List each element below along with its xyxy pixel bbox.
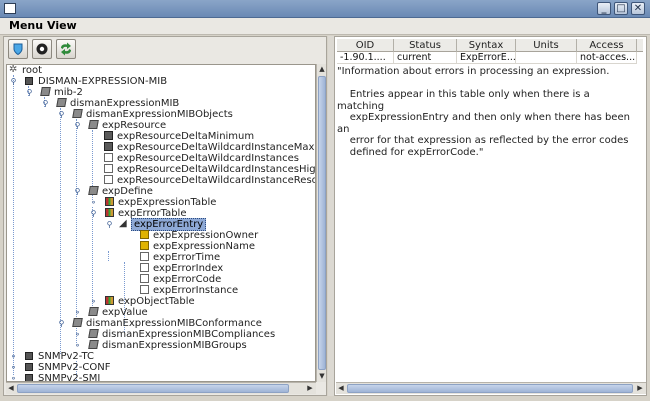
leaf-icon: [140, 274, 149, 283]
mib-tree[interactable]: ✲ root ⚲ DISMAN-EXPRESSION-MIB ⚲ mib-2 ⚲…: [6, 64, 316, 382]
folder-icon: [88, 329, 99, 338]
shield-icon: [13, 43, 23, 56]
scroll-left-icon[interactable]: ◀: [337, 384, 345, 392]
module-icon: [25, 77, 33, 85]
folder-icon: [88, 340, 99, 349]
menu-bar: Menu View: [0, 18, 650, 35]
tree-line: [108, 251, 109, 261]
scroll-right-icon[interactable]: ▶: [636, 384, 644, 392]
scroll-thumb[interactable]: [318, 76, 326, 370]
shield-button[interactable]: [8, 39, 28, 59]
maximize-button[interactable]: □: [614, 2, 628, 15]
entry-icon: ◢: [119, 218, 127, 229]
folder-icon: [88, 307, 99, 316]
column-header-syntax[interactable]: Syntax: [457, 39, 516, 52]
leaf-icon: [104, 153, 113, 162]
tree-horizontal-scrollbar[interactable]: ◀ ▶: [6, 382, 316, 394]
scroll-thumb[interactable]: [347, 384, 633, 393]
expand-toggle-icon[interactable]: ⚬: [10, 353, 17, 361]
refresh-icon: [61, 42, 71, 56]
collapse-toggle-icon[interactable]: ⚲: [74, 188, 81, 196]
column-header-units[interactable]: Units: [516, 39, 577, 52]
module-icon: [25, 363, 33, 371]
expand-toggle-icon[interactable]: ⚬: [10, 364, 17, 372]
leaf-icon: [104, 175, 113, 184]
folder-icon: [72, 318, 83, 327]
leaf-icon: [140, 285, 149, 294]
details-pane: OID Status Syntax Units Access -1.90.1..…: [334, 36, 647, 396]
expand-toggle-icon[interactable]: ⚬: [74, 331, 81, 339]
folder-icon: [72, 109, 83, 118]
collapse-toggle-icon[interactable]: ⚲: [74, 122, 81, 130]
collapse-toggle-icon[interactable]: ⚲: [58, 111, 65, 119]
cell-status: current: [394, 52, 457, 64]
expand-toggle-icon[interactable]: ⚬: [90, 199, 97, 207]
collapse-toggle-icon[interactable]: ⚲: [10, 78, 17, 86]
folder-icon: [88, 120, 99, 129]
minimize-button[interactable]: _: [597, 2, 611, 15]
details-horizontal-scrollbar[interactable]: ◀ ▶: [336, 382, 646, 394]
folder-icon: [56, 98, 67, 107]
leaf-icon: [140, 263, 149, 272]
collapse-toggle-icon[interactable]: ⚲: [106, 221, 113, 229]
column-header-oid[interactable]: OID: [337, 39, 394, 52]
description-text: "Information about errors in processing …: [337, 66, 630, 158]
collapse-toggle-icon[interactable]: ⚲: [42, 100, 49, 108]
close-button[interactable]: ✕: [631, 2, 645, 15]
leaf-icon: [104, 164, 113, 173]
scroll-left-icon[interactable]: ◀: [7, 384, 15, 392]
expand-toggle-icon[interactable]: ⚬: [74, 309, 81, 317]
expand-toggle-icon[interactable]: ⚬: [10, 375, 17, 382]
tree-line: [92, 207, 93, 310]
leaf-icon: [104, 142, 113, 151]
cell-oid: -1.90.1....: [337, 52, 394, 64]
scroll-right-icon[interactable]: ▶: [306, 384, 314, 392]
module-icon: [25, 352, 33, 360]
collapse-toggle-icon[interactable]: ⚲: [90, 210, 97, 218]
column-header-access[interactable]: Access: [577, 39, 637, 52]
menu-menu[interactable]: Menu: [9, 19, 43, 32]
table-icon: [105, 197, 114, 206]
tree-line: [60, 108, 61, 354]
menu-view[interactable]: View: [47, 19, 77, 32]
table-icon: [105, 296, 114, 305]
collapse-toggle-icon[interactable]: ⚲: [26, 89, 33, 97]
cell-units: [516, 52, 577, 64]
table-icon: [105, 208, 114, 217]
key-leaf-icon: [140, 230, 149, 239]
expand-toggle-icon[interactable]: ⚬: [90, 298, 97, 306]
table-row[interactable]: -1.90.1.... current ExpErrorE... not-acc…: [337, 52, 643, 64]
cell-syntax: ExpErrorE...: [457, 52, 516, 64]
scroll-thumb[interactable]: [17, 384, 289, 393]
title-bar: _ □ ✕: [0, 0, 650, 18]
settings-button[interactable]: [32, 39, 52, 59]
column-header-status[interactable]: Status: [394, 39, 457, 52]
window-icon: [4, 3, 16, 14]
cell-access: not-acces...: [577, 52, 637, 64]
leaf-icon: [140, 252, 149, 261]
scroll-down-icon[interactable]: ▼: [318, 372, 326, 380]
expand-toggle-icon[interactable]: ⚬: [74, 342, 81, 350]
details-table-header: OID Status Syntax Units Access: [337, 39, 643, 52]
refresh-button[interactable]: [56, 39, 76, 59]
tree-vertical-scrollbar[interactable]: ▲ ▼: [316, 64, 326, 382]
leaf-icon: [104, 131, 113, 140]
module-icon: [25, 374, 33, 381]
collapse-toggle-icon[interactable]: ⚲: [58, 320, 65, 328]
key-leaf-icon: [140, 241, 149, 250]
left-pane: ✲ root ⚲ DISMAN-EXPRESSION-MIB ⚲ mib-2 ⚲…: [3, 36, 327, 396]
folder-icon: [88, 186, 99, 195]
scroll-up-icon[interactable]: ▲: [318, 65, 326, 73]
settings-icon: [36, 43, 48, 55]
root-icon: ✲: [9, 64, 18, 75]
toolbar: [4, 37, 326, 63]
tree-line: [13, 75, 14, 375]
folder-icon: [40, 87, 51, 96]
